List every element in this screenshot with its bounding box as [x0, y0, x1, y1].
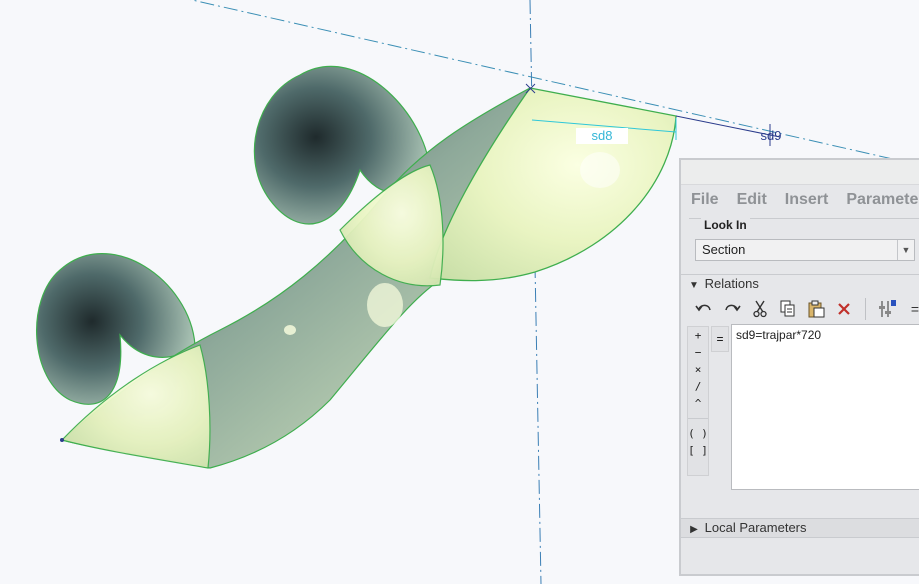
palette-separator	[688, 412, 708, 419]
dialog-titlebar[interactable]	[681, 160, 919, 185]
chevron-down-icon[interactable]: ▼	[897, 240, 914, 260]
triangle-down-icon: ▼	[689, 280, 699, 291]
operator-parentheses[interactable]: ( )	[688, 425, 708, 442]
vertex-point	[60, 438, 64, 442]
cut-icon[interactable]	[749, 298, 771, 320]
menu-parameters[interactable]: Paramete	[846, 191, 918, 209]
menu-file[interactable]: File	[691, 191, 719, 209]
operator-plus[interactable]: +	[688, 327, 708, 344]
operator-power[interactable]: ^	[688, 395, 708, 412]
delete-icon[interactable]	[833, 298, 855, 320]
equals-icon[interactable]: =	[904, 298, 919, 320]
operator-multiply[interactable]: ×	[688, 361, 708, 378]
relations-toolbar: =	[687, 294, 919, 324]
dimension-sd9-label[interactable]: sd9	[756, 128, 786, 144]
menu-edit[interactable]: Edit	[737, 191, 767, 209]
relation-line[interactable]: sd9=trajpar*720	[736, 328, 821, 342]
menu-insert[interactable]: Insert	[785, 191, 829, 209]
dialog-menubar: File Edit Insert Paramete	[681, 185, 919, 215]
look-in-select[interactable]: Section ▼	[695, 239, 915, 261]
local-parameters-section-header[interactable]: ▶ Local Parameters	[681, 518, 919, 538]
operator-divide[interactable]: /	[688, 378, 708, 395]
relations-label: Relations	[704, 276, 759, 291]
toolbar-separator	[865, 298, 866, 320]
operator-palette: + − × / ^ ( ) [ ]	[687, 326, 709, 476]
insert-equals-button[interactable]: =	[711, 326, 729, 352]
highlight	[367, 283, 403, 327]
paste-icon[interactable]	[805, 298, 827, 320]
triangle-right-icon: ▶	[690, 524, 698, 535]
look-in-group: Look In Section ▼	[689, 218, 919, 271]
highlight	[580, 152, 620, 188]
relations-section-header[interactable]: ▼ Relations	[681, 274, 919, 293]
sort-icon[interactable]	[876, 298, 898, 320]
operator-brackets[interactable]: [ ]	[688, 442, 708, 459]
relations-dialog: File Edit Insert Paramete Look In Sectio…	[679, 158, 919, 576]
look-in-value: Section	[702, 242, 746, 257]
copy-icon[interactable]	[777, 298, 799, 320]
undo-icon[interactable]	[693, 298, 715, 320]
dimension-sd8-label[interactable]: sd8	[576, 128, 628, 144]
highlight	[284, 325, 296, 335]
local-parameters-label: Local Parameters	[704, 520, 807, 535]
look-in-label: Look In	[701, 218, 750, 232]
redo-icon[interactable]	[721, 298, 743, 320]
operator-minus[interactable]: −	[688, 344, 708, 361]
relations-editor[interactable]: sd9=trajpar*720	[731, 324, 919, 490]
